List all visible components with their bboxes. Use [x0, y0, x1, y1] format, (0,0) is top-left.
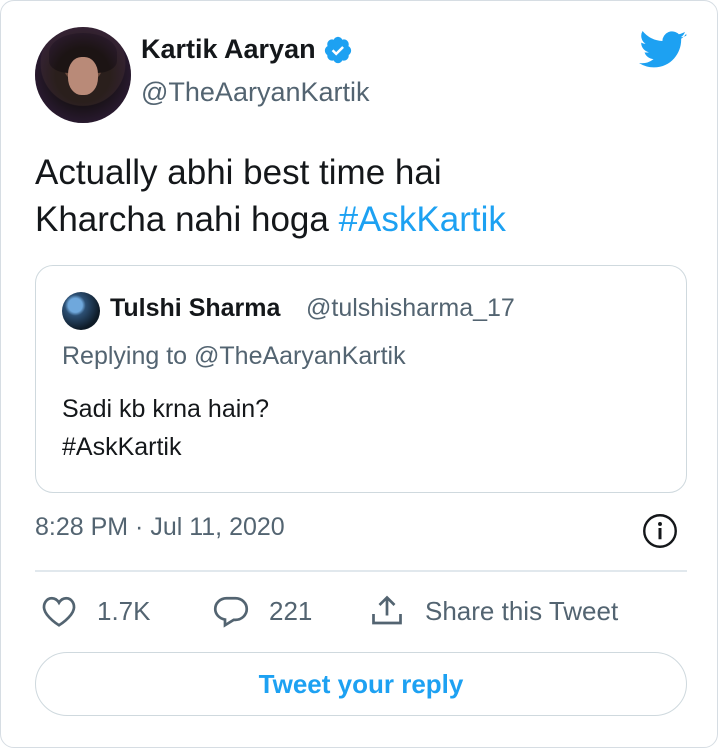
- tweet-text: Actually abhi best time hai Kharcha nahi…: [35, 149, 506, 243]
- share-icon: [372, 595, 402, 625]
- verified-badge-icon: [324, 36, 352, 64]
- twitter-bird-icon[interactable]: [639, 31, 687, 71]
- info-icon[interactable]: [642, 513, 678, 549]
- share-button[interactable]: Share this Tweet: [369, 593, 618, 629]
- like-button[interactable]: 1.7K: [41, 593, 151, 629]
- avatar-shade: [35, 27, 131, 123]
- author-avatar[interactable]: [35, 27, 131, 123]
- author-display-name[interactable]: Kartik Aaryan: [141, 34, 316, 65]
- reply-bubble-icon: [213, 596, 249, 628]
- quoted-text-line2: #AskKartik: [62, 433, 182, 461]
- tweet-text-line2-plain: Kharcha nahi hoga: [35, 200, 339, 239]
- tweet-timestamp[interactable]: 8:28 PM · Jul 11, 2020: [35, 513, 285, 542]
- quoted-replying-to: Replying to @TheAaryanKartik: [62, 342, 406, 370]
- like-count: 1.7K: [97, 595, 151, 626]
- quoted-author-avatar[interactable]: [62, 292, 100, 330]
- quoted-tweet[interactable]: Tulshi Sharma @tulshisharma_17 Replying …: [35, 265, 687, 493]
- tweet-your-reply-button[interactable]: Tweet your reply: [35, 652, 687, 716]
- tweet-text-line1: Actually abhi best time hai: [35, 153, 442, 192]
- heart-icon: [42, 596, 76, 627]
- divider: [35, 570, 687, 572]
- share-label: Share this Tweet: [425, 595, 619, 626]
- tweet-text-line2: Kharcha nahi hoga #AskKartik: [35, 196, 506, 243]
- tweet-card: Kartik Aaryan @TheAaryanKartik Actually …: [0, 0, 718, 748]
- quoted-author-display-name[interactable]: Tulshi Sharma: [110, 294, 280, 323]
- tweet-hashtag-link[interactable]: #AskKartik: [339, 200, 506, 239]
- reply-action-button[interactable]: 221: [213, 593, 312, 629]
- author-handle[interactable]: @TheAaryanKartik: [141, 77, 370, 108]
- quoted-author-handle[interactable]: @tulshisharma_17: [306, 294, 515, 323]
- reply-count: 221: [269, 595, 313, 626]
- quoted-text-line1: Sadi kb krna hain?: [62, 395, 270, 423]
- quoted-tweet-text: Sadi kb krna hain? #AskKartik: [62, 390, 269, 466]
